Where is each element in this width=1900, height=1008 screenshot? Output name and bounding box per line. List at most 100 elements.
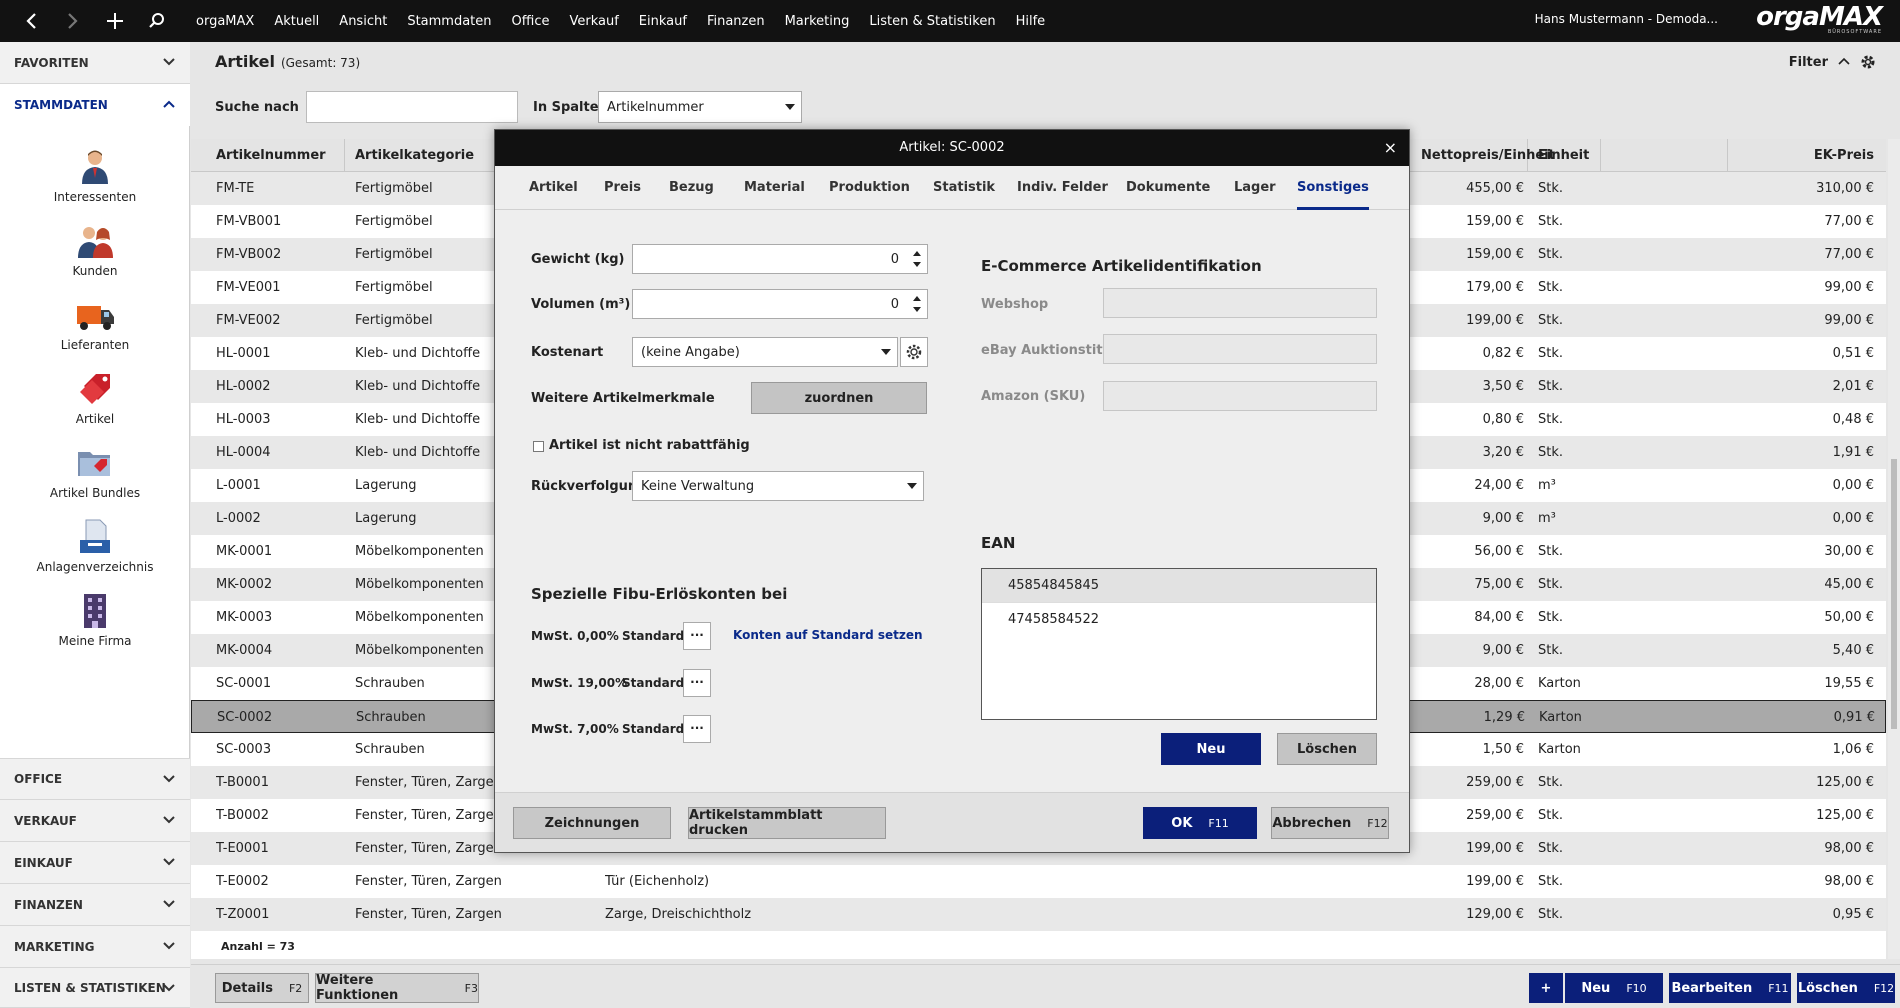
zeichnungen-button[interactable]: Zeichnungen: [513, 807, 671, 839]
tab-indiv-felder[interactable]: Indiv. Felder: [1017, 166, 1108, 210]
details-button[interactable]: Details F2: [215, 973, 309, 1003]
tab-produktion[interactable]: Produktion: [829, 166, 910, 210]
tab-statistik[interactable]: Statistik: [933, 166, 995, 210]
cell-einheit: Stk.: [1538, 247, 1564, 262]
cell-nettopreis: 75,00 €: [1474, 577, 1524, 592]
tab-material[interactable]: Material: [744, 166, 805, 210]
sidebar-item-meine-firma[interactable]: Meine Firma: [0, 592, 190, 648]
artikelstammblatt-drucken-button[interactable]: Artikelstammblatt drucken: [688, 807, 886, 839]
spin-down-icon[interactable]: [913, 307, 921, 312]
sidebar-listen-statistiken[interactable]: LISTEN & STATISTIKEN: [0, 968, 190, 1008]
menu-listen-statistiken[interactable]: Listen & Statistiken: [869, 14, 995, 29]
menu-aktuell[interactable]: Aktuell: [274, 14, 319, 29]
spin-down-icon[interactable]: [913, 262, 921, 267]
ean-loeschen-button[interactable]: Löschen: [1277, 733, 1377, 765]
tab-lager[interactable]: Lager: [1234, 166, 1276, 210]
menu-orgamax[interactable]: orgaMAX: [196, 14, 254, 29]
sidebar-stammdaten[interactable]: STAMMDATEN: [0, 84, 190, 126]
menu-stammdaten[interactable]: Stammdaten: [407, 14, 491, 29]
cell-einheit: Stk.: [1538, 643, 1564, 658]
weitere-funktionen-button[interactable]: Weitere Funktionen F3: [315, 973, 479, 1003]
rabatt-checkbox[interactable]: [533, 441, 544, 452]
volumen-input[interactable]: 0: [632, 289, 928, 319]
sidebar-item-kunden[interactable]: Kunden: [0, 222, 190, 278]
forward-icon[interactable]: [54, 0, 92, 42]
rueckverfolgung-select[interactable]: Keine Verwaltung: [632, 471, 924, 501]
column-select-value: Artikelnummer: [607, 99, 704, 115]
table-row[interactable]: T-Z0001 Fenster, Türen, Zargen Zarge, Drei…: [191, 898, 1886, 931]
spin-up-icon[interactable]: [913, 296, 921, 301]
gear-icon[interactable]: [1860, 54, 1876, 70]
sidebar-item-label: Meine Firma: [58, 634, 132, 648]
orgamax-logo: orgaMAX: [1756, 2, 1883, 32]
plus-button[interactable]: +: [1529, 973, 1563, 1003]
tab-bezug[interactable]: Bezug: [669, 166, 714, 210]
mwst-7-dots-button[interactable]: ···: [683, 715, 711, 743]
sidebar-item-artikel-bundles[interactable]: Artikel Bundles: [0, 444, 190, 500]
top-bar: orgaMAX Aktuell Ansicht Stammdaten Offic…: [0, 0, 1900, 42]
sidebar-finanzen[interactable]: FINANZEN: [0, 884, 190, 926]
col-artikelnummer[interactable]: Artikelnummer: [191, 139, 345, 172]
cell-nettopreis: 3,50 €: [1482, 379, 1524, 394]
sidebar-item-interessenten[interactable]: Interessenten: [0, 148, 190, 204]
gewicht-input[interactable]: 0: [632, 244, 928, 274]
menu-verkauf[interactable]: Verkauf: [569, 14, 618, 29]
kostenart-select[interactable]: (keine Angabe): [632, 337, 898, 367]
dialog-footer: Zeichnungen Artikelstammblatt drucken OK…: [495, 792, 1409, 852]
col-einheit[interactable]: Einheit: [1528, 139, 1728, 172]
zuordnen-button[interactable]: zuordnen: [751, 382, 927, 414]
kostenart-settings-button[interactable]: [900, 337, 928, 367]
filter-toggle[interactable]: Filter: [1789, 54, 1876, 70]
tab-preis[interactable]: Preis: [604, 166, 641, 210]
webshop-input[interactable]: [1103, 288, 1377, 318]
menu-marketing[interactable]: Marketing: [785, 14, 850, 29]
cell-nettopreis: 159,00 €: [1466, 214, 1524, 229]
sidebar-item-label: Lieferanten: [60, 338, 130, 352]
back-icon[interactable]: [12, 0, 50, 42]
bearbeiten-button[interactable]: Bearbeiten F11: [1669, 973, 1791, 1003]
tab-dokumente[interactable]: Dokumente: [1126, 166, 1210, 210]
mwst-0-dots-button[interactable]: ···: [683, 622, 711, 650]
menu-einkauf[interactable]: Einkauf: [639, 14, 687, 29]
tab-sonstiges[interactable]: Sonstiges: [1297, 166, 1369, 210]
scrollbar-thumb[interactable]: [1891, 459, 1897, 729]
ean-list-item[interactable]: 47458584522: [982, 602, 1376, 635]
search-input[interactable]: [306, 91, 518, 123]
loeschen-button[interactable]: Löschen F12: [1797, 973, 1895, 1003]
spin-up-icon[interactable]: [913, 251, 921, 256]
table-row[interactable]: T-E0002 Fenster, Türen, Zargen Tür (Eichen…: [191, 865, 1886, 898]
ean-list-item[interactable]: 45854845845: [982, 569, 1376, 602]
cell-einheit: Stk.: [1538, 214, 1564, 229]
mwst-19-dots-button[interactable]: ···: [683, 669, 711, 697]
col-ek-preis[interactable]: EK-Preis: [1728, 139, 1886, 172]
menu-hilfe[interactable]: Hilfe: [1016, 14, 1046, 29]
sidebar-office[interactable]: OFFICE: [0, 758, 190, 800]
menu-ansicht[interactable]: Ansicht: [339, 14, 387, 29]
sidebar-item-anlagenverzeichnis[interactable]: Anlagenverzeichnis: [0, 518, 190, 574]
tab-artikel[interactable]: Artikel: [529, 166, 578, 210]
column-select[interactable]: Artikelnummer: [598, 91, 802, 123]
abbrechen-button[interactable]: Abbrechen F12: [1271, 807, 1389, 839]
close-icon[interactable]: ×: [1384, 130, 1397, 166]
konten-standard-link[interactable]: Konten auf Standard setzen: [733, 628, 923, 642]
scrollbar[interactable]: [1888, 139, 1900, 959]
ebay-input[interactable]: [1103, 334, 1377, 364]
plus-icon[interactable]: [96, 0, 134, 42]
cell-artikelnummer: T-E0002: [216, 874, 269, 889]
col-nettopreis[interactable]: Nettopreis/Einheit: [1411, 139, 1555, 172]
sidebar-verkauf[interactable]: VERKAUF: [0, 800, 190, 842]
amazon-input[interactable]: [1103, 381, 1377, 411]
ok-button[interactable]: OK F11: [1143, 807, 1257, 839]
abbrechen-label: Abbrechen: [1272, 815, 1352, 831]
neu-button[interactable]: Neu F10: [1565, 973, 1663, 1003]
sidebar-favoriten[interactable]: FAVORITEN: [0, 42, 190, 84]
menu-finanzen[interactable]: Finanzen: [707, 14, 765, 29]
menu-office[interactable]: Office: [512, 14, 550, 29]
sidebar-item-lieferanten[interactable]: Lieferanten: [0, 296, 190, 352]
search-icon[interactable]: [138, 0, 176, 42]
sidebar-marketing[interactable]: MARKETING: [0, 926, 190, 968]
user-name[interactable]: Hans Mustermann - Demoda...: [1535, 12, 1718, 26]
sidebar-einkauf[interactable]: EINKAUF: [0, 842, 190, 884]
sidebar-item-artikel[interactable]: Artikel: [0, 370, 190, 426]
ean-neu-button[interactable]: Neu: [1161, 733, 1261, 765]
